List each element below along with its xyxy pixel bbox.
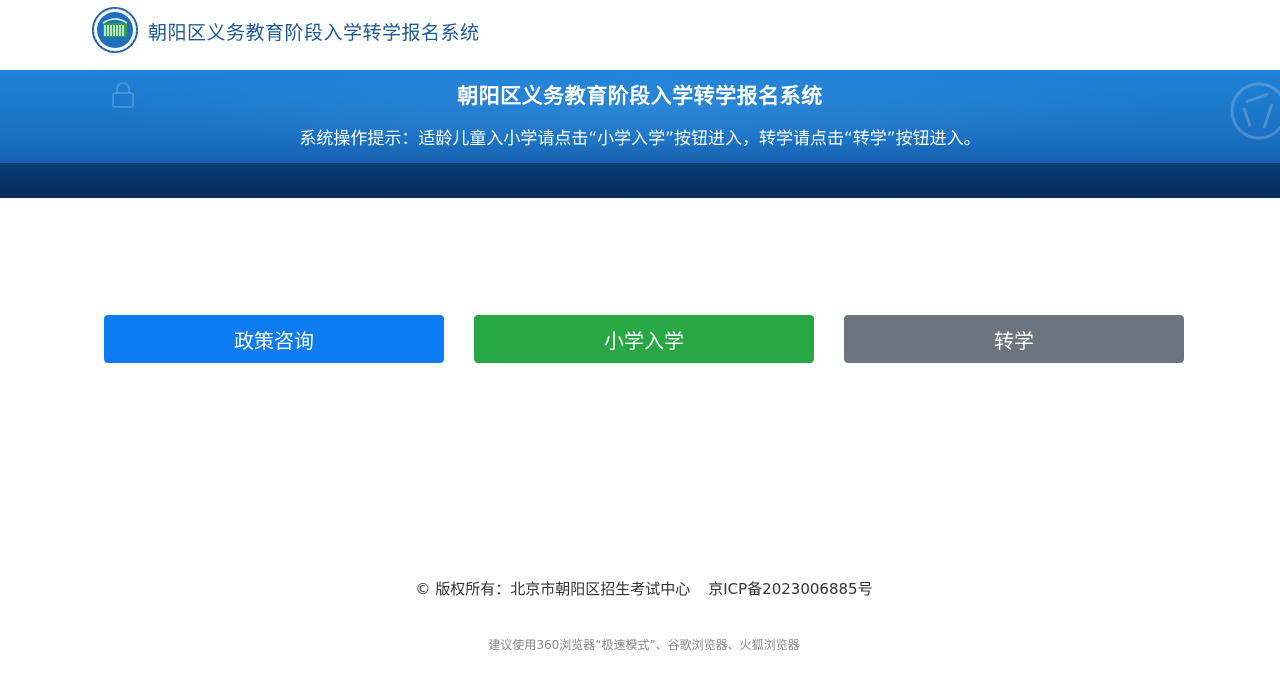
banner-dark-band [0,163,1280,198]
banner-title: 朝阳区义务教育阶段入学转学报名系统 [457,84,823,108]
copyright-line: © 版权所有：北京市朝阳区招生考试中心 京ICP备2023006885号 [0,578,1280,599]
primary-enrollment-button[interactable]: 小学入学 [474,315,814,363]
primary-enrollment-label: 小学入学 [604,328,684,353]
transfer-button[interactable]: 转学 [844,315,1184,363]
top-header: 朝阳区义务教育阶段入学转学报名系统 [0,0,1280,70]
operation-tip: 系统操作提示：适龄儿童入小学请点击“小学入学”按钮进入，转学请点击“转学”按钮进… [299,129,981,149]
policy-consult-button[interactable]: 政策咨询 [104,315,444,363]
education-globe-logo-icon [92,7,138,53]
browser-tip: 建议使用360浏览器“极速模式”、谷歌浏览器、火狐浏览器 [488,638,800,652]
copyright-icon: © [415,580,431,598]
transfer-label: 转学 [994,328,1034,353]
copyright-text: 版权所有：北京市朝阳区招生考试中心 [435,580,691,598]
icp-link[interactable]: 京ICP备2023006885号 [708,580,872,598]
site-title: 朝阳区义务教育阶段入学转学报名系统 [148,22,480,44]
entry-buttons: 政策咨询 小学入学 转学 [104,315,1184,363]
policy-consult-label: 政策咨询 [234,328,314,353]
hero-banner: 朝阳区义务教育阶段入学转学报名系统 系统操作提示：适龄儿童入小学请点击“小学入学… [0,70,1280,198]
